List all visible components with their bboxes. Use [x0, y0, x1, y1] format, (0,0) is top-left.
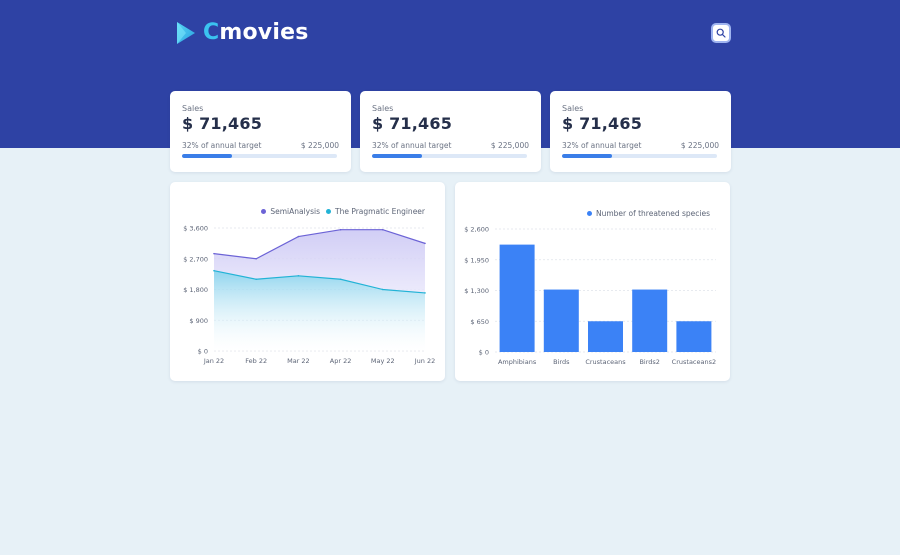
- x-tick-label: Amphibians: [498, 358, 537, 366]
- sales-card: Sales $ 71,465 32% of annual target $ 22…: [170, 91, 351, 172]
- data-point: [255, 257, 257, 260]
- x-tick-label: Crustaceans2: [672, 358, 716, 366]
- y-tick-label: $ 2,600: [464, 226, 489, 234]
- progress-bar: [562, 154, 717, 158]
- stat-percent: 32% of annual target: [182, 141, 262, 150]
- y-tick-label: $ 1,300: [464, 287, 489, 295]
- y-tick-label: $ 650: [470, 318, 489, 326]
- y-tick-label: $ 0: [198, 348, 208, 356]
- x-tick-label: Feb 22: [245, 357, 267, 365]
- data-point: [213, 269, 215, 272]
- stat-label: Sales: [562, 104, 584, 113]
- data-point: [339, 228, 342, 231]
- progress-fill: [372, 154, 422, 158]
- x-tick-label: Mar 22: [287, 357, 310, 365]
- x-tick-label: Birds: [553, 358, 570, 366]
- stat-target: $ 225,000: [680, 141, 719, 150]
- bar: [588, 321, 623, 352]
- x-tick-label: Crustaceans: [585, 358, 626, 366]
- data-point: [424, 242, 426, 245]
- data-point: [213, 252, 215, 255]
- bar-chart-card: Number of threatened species $ 0 $ 650 $ 1…: [455, 182, 730, 381]
- data-point: [339, 278, 342, 281]
- area-chart-card: SemiAnalysis The Pragmatic Engineer $ 0 $…: [170, 182, 445, 381]
- play-logo-icon: [177, 22, 195, 44]
- progress-fill: [562, 154, 612, 158]
- y-tick-label: $ 2,700: [183, 255, 208, 263]
- data-point: [255, 278, 257, 281]
- progress-bar: [372, 154, 527, 158]
- y-tick-label: $ 1,950: [464, 256, 489, 264]
- stat-value: $ 71,465: [182, 114, 263, 133]
- logo[interactable]: Cmovies: [174, 20, 309, 46]
- stat-percent: 32% of annual target: [562, 141, 642, 150]
- sales-card: Sales $ 71,465 32% of annual target $ 22…: [550, 91, 731, 172]
- x-tick-label: Jun 22: [414, 357, 436, 365]
- bar-chart: $ 0 $ 650 $ 1,300 $ 1,950 $ 2,600 Amphibians B…: [464, 226, 716, 367]
- x-tick-label: Birds2: [639, 358, 659, 366]
- y-tick-label: $ 3,600: [183, 225, 208, 233]
- stat-label: Sales: [372, 104, 394, 113]
- bar: [499, 244, 535, 352]
- data-point: [297, 275, 300, 277]
- stat-value: $ 71,465: [372, 114, 453, 133]
- x-tick-label: May 22: [371, 357, 395, 365]
- data-point: [382, 228, 384, 231]
- bar: [543, 289, 579, 352]
- y-tick-label: $ 0: [479, 349, 489, 357]
- data-point: [297, 235, 300, 238]
- stat-label: Sales: [182, 104, 204, 113]
- stat-target: $ 225,000: [490, 141, 529, 150]
- logo-text: Cmovies: [203, 20, 309, 45]
- area-chart: $ 0 $ 900 $ 1,800 $ 2,700 $ 3,600 Jan 22 Feb 2…: [183, 225, 436, 366]
- sales-card: Sales $ 71,465 32% of annual target $ 22…: [360, 91, 541, 172]
- progress-fill: [182, 154, 232, 158]
- stat-value: $ 71,465: [562, 114, 643, 133]
- bar: [632, 289, 668, 352]
- y-tick-label: $ 900: [189, 317, 208, 325]
- stat-target: $ 225,000: [300, 141, 339, 150]
- y-tick-label: $ 1,800: [183, 286, 208, 294]
- data-point: [424, 292, 426, 294]
- x-tick-label: Apr 22: [330, 357, 352, 365]
- search-button[interactable]: [711, 23, 731, 43]
- search-icon: [716, 28, 726, 38]
- x-tick-label: Jan 22: [203, 357, 224, 365]
- bar: [676, 321, 712, 352]
- progress-bar: [182, 154, 337, 158]
- stat-percent: 32% of annual target: [372, 141, 452, 150]
- data-point: [382, 288, 384, 291]
